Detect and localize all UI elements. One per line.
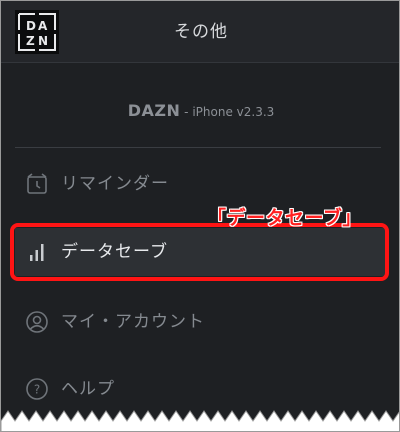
alarm-clock-icon: [25, 172, 49, 196]
menu-item-label: マイ・アカウント: [61, 312, 205, 332]
signal-bars-icon: [25, 240, 49, 264]
annotation-callout: 「データセーブ」: [207, 207, 362, 229]
user-circle-icon: [25, 310, 49, 334]
menu-item-label: リマインダー: [61, 174, 169, 194]
menu-item-label: データセーブ: [61, 242, 168, 262]
menu-item-data-save[interactable]: データセーブ: [15, 228, 385, 276]
app-screen: D A Z N その他 DAZN - iPhone v2.3.3 リマインダー: [0, 0, 400, 432]
version-brand: DAZN: [127, 101, 181, 120]
page-title: その他: [174, 22, 228, 42]
question-circle-icon: ?: [25, 377, 49, 401]
menu-item-my-account[interactable]: マイ・アカウント: [15, 298, 385, 346]
divider: [15, 147, 381, 148]
menu-item-reminder[interactable]: リマインダー: [15, 160, 385, 208]
torn-edge: [1, 410, 399, 431]
version-text: - iPhone v2.3.3: [180, 105, 275, 119]
app-version: DAZN - iPhone v2.3.3: [1, 101, 399, 120]
app-header: D A Z N その他: [1, 1, 399, 63]
svg-text:?: ?: [34, 383, 40, 397]
